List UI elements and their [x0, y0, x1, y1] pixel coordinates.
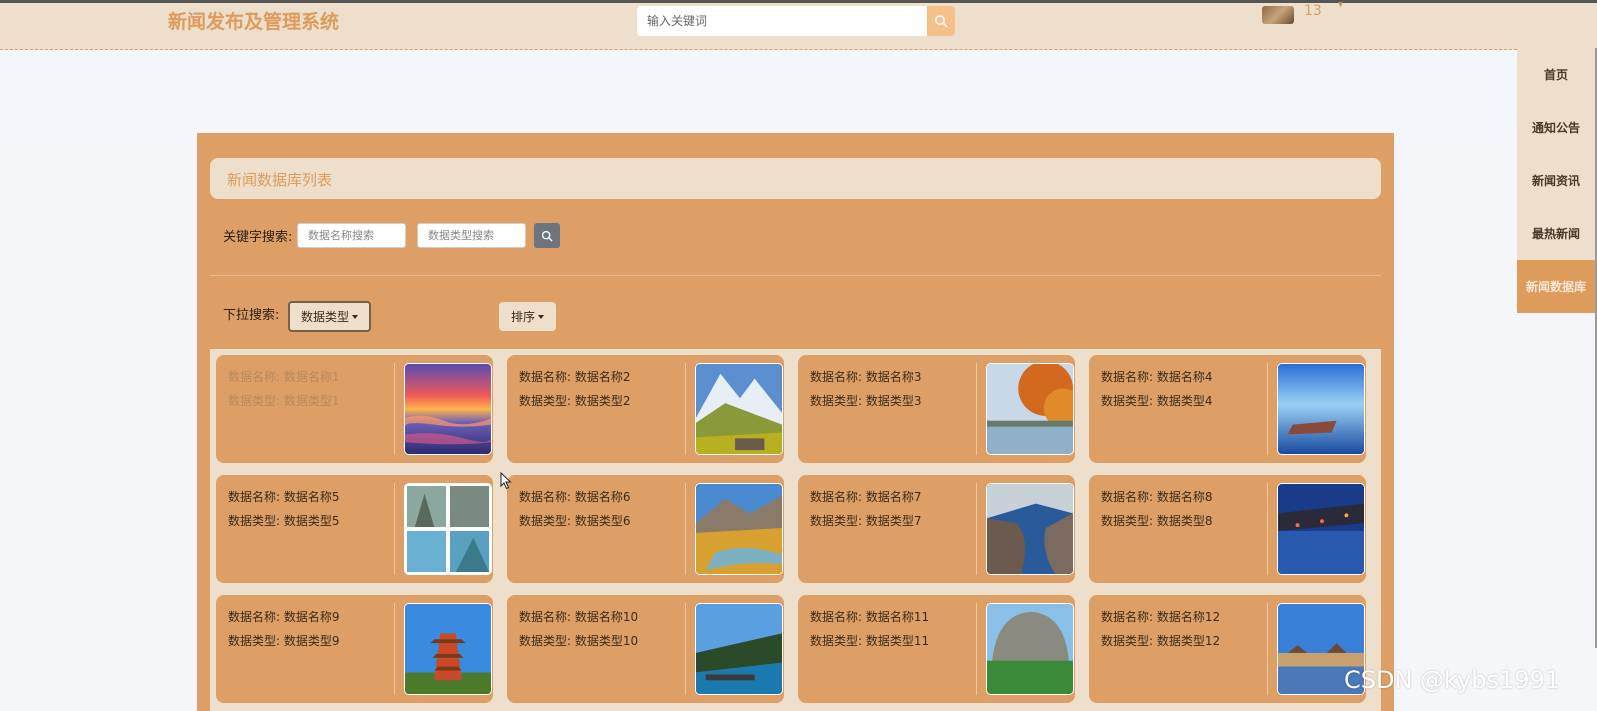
data-card[interactable]: 数据名称: 数据名称10 数据类型: 数据类型10: [507, 595, 784, 703]
card-divider: [976, 363, 977, 455]
card-name: 数据名称: 数据名称3: [810, 370, 922, 384]
card-image-rock-mountain[interactable]: [986, 603, 1074, 695]
caret-down-icon: [538, 314, 544, 319]
keyword-search-button[interactable]: [534, 223, 560, 248]
caret-down-icon: [352, 314, 358, 319]
card-type: 数据类型: 数据类型11: [810, 634, 930, 648]
side-nav: 首页 通知公告 新闻资讯 最热新闻 新闻数据库: [1517, 48, 1595, 313]
data-card[interactable]: 数据名称: 数据名称3 数据类型: 数据类型3: [798, 355, 1075, 463]
card-name: 数据名称: 数据名称2: [519, 370, 631, 384]
card-divider: [1267, 363, 1268, 455]
card-image-pagoda[interactable]: [404, 603, 492, 695]
card-image-sunset-terraces[interactable]: [404, 363, 492, 455]
card-divider: [685, 363, 686, 455]
type-search-input[interactable]: [417, 223, 526, 248]
nav-item-hot-news[interactable]: 最热新闻: [1517, 207, 1595, 260]
card-divider: [394, 363, 395, 455]
data-card[interactable]: 数据名称: 数据名称8 数据类型: 数据类型8: [1089, 475, 1366, 583]
card-divider: [1267, 483, 1268, 575]
card-divider: [685, 483, 686, 575]
dropdown-search-label: 下拉搜索:: [223, 308, 280, 323]
card-image-autumn-river[interactable]: [695, 483, 783, 575]
card-name: 数据名称: 数据名称6: [519, 490, 631, 504]
data-card[interactable]: 数据名称: 数据名称5 数据类型: 数据类型5: [216, 475, 493, 583]
card-name: 数据名称: 数据名称4: [1101, 370, 1213, 384]
data-card[interactable]: 数据名称: 数据名称1 数据类型: 数据类型1: [216, 355, 493, 463]
card-name: 数据名称: 数据名称12: [1101, 610, 1221, 624]
card-type: 数据类型: 数据类型10: [519, 634, 639, 648]
search-icon: [541, 230, 553, 242]
panel-header: 新闻数据库列表: [210, 158, 1381, 199]
card-type: 数据类型: 数据类型9: [228, 634, 340, 648]
card-divider: [976, 483, 977, 575]
card-type: 数据类型: 数据类型12: [1101, 634, 1221, 648]
mouse-cursor-icon: [500, 471, 512, 494]
card-type: 数据类型: 数据类型7: [810, 514, 922, 528]
data-card[interactable]: 数据名称: 数据名称11 数据类型: 数据类型11: [798, 595, 1075, 703]
user-name[interactable]: 13: [1304, 3, 1322, 19]
header-search: [637, 6, 955, 36]
user-avatar[interactable]: [1262, 6, 1294, 24]
database-panel: 新闻数据库列表 关键字搜索: 下拉搜索: 数据类型 排序 数据名称: 数据名称1…: [197, 133, 1394, 711]
sort-dropdown[interactable]: 排序: [499, 302, 556, 331]
card-name: 数据名称: 数据名称9: [228, 610, 340, 624]
card-type: 数据类型: 数据类型2: [519, 394, 631, 408]
name-search-input[interactable]: [297, 223, 406, 248]
card-divider: [685, 603, 686, 695]
top-bar: 新闻发布及管理系统 13 ▾: [0, 0, 1597, 50]
header-search-button[interactable]: [927, 6, 955, 36]
data-card[interactable]: 数据名称: 数据名称7 数据类型: 数据类型7: [798, 475, 1075, 583]
card-divider: [976, 603, 977, 695]
divider: [210, 275, 1381, 276]
card-type: 数据类型: 数据类型3: [810, 394, 922, 408]
card-name: 数据名称: 数据名称8: [1101, 490, 1213, 504]
card-type: 数据类型: 数据类型5: [228, 514, 340, 528]
search-icon: [935, 15, 948, 28]
card-image-autumn-lake[interactable]: [986, 363, 1074, 455]
data-card[interactable]: 数据名称: 数据名称9 数据类型: 数据类型9: [216, 595, 493, 703]
card-name: 数据名称: 数据名称10: [519, 610, 639, 624]
watermark: CSDN @kybs1991: [1344, 666, 1561, 694]
card-type: 数据类型: 数据类型6: [519, 514, 631, 528]
card-name: 数据名称: 数据名称1: [228, 370, 340, 384]
card-grid: 数据名称: 数据名称1 数据类型: 数据类型1 数据名称: 数据名称2 数据类型: …: [210, 349, 1381, 711]
card-divider: [394, 603, 395, 695]
site-title[interactable]: 新闻发布及管理系统: [168, 7, 339, 34]
card-name: 数据名称: 数据名称7: [810, 490, 922, 504]
data-card[interactable]: 数据名称: 数据名称6 数据类型: 数据类型6: [507, 475, 784, 583]
card-image-night-water-town[interactable]: [1277, 483, 1365, 575]
card-image-blue-lake-boat[interactable]: [1277, 363, 1365, 455]
card-image-resort-pool[interactable]: [695, 603, 783, 695]
card-type: 数据类型: 数据类型8: [1101, 514, 1213, 528]
type-dropdown-label: 数据类型: [300, 310, 349, 324]
user-menu-caret-icon[interactable]: ▾: [1338, 0, 1343, 10]
banner-area: [0, 51, 1517, 130]
card-name: 数据名称: 数据名称5: [228, 490, 340, 504]
nav-item-news[interactable]: 新闻资讯: [1517, 154, 1595, 207]
nav-item-news-database[interactable]: 新闻数据库: [1517, 260, 1595, 313]
data-card[interactable]: 数据名称: 数据名称2 数据类型: 数据类型2: [507, 355, 784, 463]
sort-dropdown-label: 排序: [510, 310, 535, 324]
card-divider: [394, 483, 395, 575]
data-card[interactable]: 数据名称: 数据名称4 数据类型: 数据类型4: [1089, 355, 1366, 463]
card-type: 数据类型: 数据类型1: [228, 394, 340, 408]
card-name: 数据名称: 数据名称11: [810, 610, 930, 624]
keyword-search-label: 关键字搜索:: [223, 230, 293, 245]
header-search-input[interactable]: [637, 6, 927, 36]
panel-title: 新闻数据库列表: [227, 171, 333, 189]
card-image-mountain-village[interactable]: [695, 363, 783, 455]
card-type: 数据类型: 数据类型4: [1101, 394, 1213, 408]
card-divider: [1267, 603, 1268, 695]
card-image-canyon-river[interactable]: [986, 483, 1074, 575]
nav-item-home[interactable]: 首页: [1517, 48, 1595, 101]
nav-item-notices[interactable]: 通知公告: [1517, 101, 1595, 154]
data-card[interactable]: 数据名称: 数据名称12 数据类型: 数据类型12: [1089, 595, 1366, 703]
card-image-cliff-collage[interactable]: [404, 483, 492, 575]
type-dropdown[interactable]: 数据类型: [288, 301, 371, 332]
